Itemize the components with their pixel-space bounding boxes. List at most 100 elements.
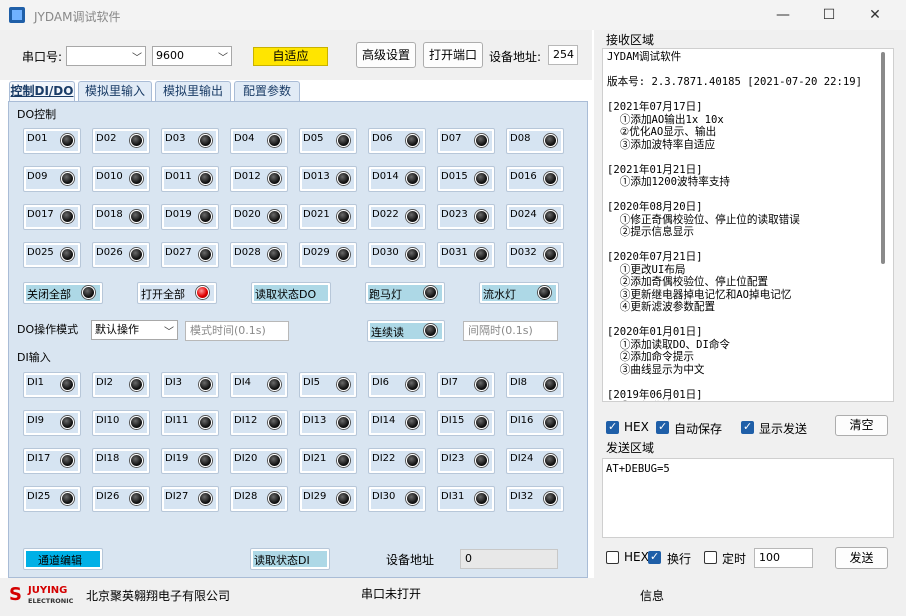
do-output-toggle[interactable]: D032 xyxy=(506,242,564,268)
do-output-toggle[interactable]: D017 xyxy=(23,204,81,230)
maximize-button[interactable]: ☐ xyxy=(806,0,852,30)
di-input-toggle[interactable]: DI19 xyxy=(161,448,219,474)
do-output-toggle[interactable]: D031 xyxy=(437,242,495,268)
clear-button[interactable]: 清空 xyxy=(835,415,888,436)
do-output-toggle[interactable]: D021 xyxy=(299,204,357,230)
send-textarea[interactable]: AT+DEBUG=5 xyxy=(602,458,894,538)
di-input-toggle[interactable]: DI20 xyxy=(230,448,288,474)
do-output-toggle[interactable]: D026 xyxy=(92,242,150,268)
do-output-toggle[interactable]: D08 xyxy=(506,128,564,154)
di-input-toggle[interactable]: DI32 xyxy=(506,486,564,512)
di-input-toggle[interactable]: DI29 xyxy=(299,486,357,512)
do-output-toggle[interactable]: D07 xyxy=(437,128,495,154)
do-output-toggle[interactable]: D01 xyxy=(23,128,81,154)
di-input-toggle[interactable]: DI8 xyxy=(506,372,564,398)
do-output-toggle[interactable]: D02 xyxy=(92,128,150,154)
show-send-checkbox[interactable] xyxy=(741,420,754,434)
di-input-toggle[interactable]: DI16 xyxy=(506,410,564,436)
port-select[interactable]: ﹀ xyxy=(66,46,146,66)
di-input-toggle[interactable]: DI28 xyxy=(230,486,288,512)
auto-baud-button[interactable]: 自适应 xyxy=(253,47,328,66)
send-button[interactable]: 发送 xyxy=(835,547,888,569)
di-input-toggle[interactable]: DI25 xyxy=(23,486,81,512)
channel-edit-button[interactable]: 通道编辑 xyxy=(23,548,103,570)
do-output-toggle[interactable]: D015 xyxy=(437,166,495,192)
do-output-toggle[interactable]: D09 xyxy=(23,166,81,192)
do-output-toggle[interactable]: D029 xyxy=(299,242,357,268)
do-output-toggle[interactable]: D016 xyxy=(506,166,564,192)
do-output-toggle[interactable]: D013 xyxy=(299,166,357,192)
di-input-toggle[interactable]: DI21 xyxy=(299,448,357,474)
do-output-toggle[interactable]: D027 xyxy=(161,242,219,268)
close-button[interactable]: ✕ xyxy=(852,0,898,30)
di-input-toggle[interactable]: DI10 xyxy=(92,410,150,436)
timer-checkbox[interactable] xyxy=(704,551,717,564)
do-output-toggle[interactable]: D06 xyxy=(368,128,426,154)
do-output-toggle[interactable]: D019 xyxy=(161,204,219,230)
do-output-toggle[interactable]: D011 xyxy=(161,166,219,192)
mode-time-input[interactable]: 模式时间(0.1s) xyxy=(185,321,289,341)
tab-control-di-do[interactable]: 控制DI/DO xyxy=(9,81,75,101)
timer-interval-input[interactable]: 100 xyxy=(754,548,813,568)
auto-save-checkbox[interactable] xyxy=(656,420,669,434)
di-input-toggle[interactable]: DI9 xyxy=(23,410,81,436)
address-input[interactable]: 254 xyxy=(548,45,578,65)
di-input-toggle[interactable]: DI23 xyxy=(437,448,495,474)
di-input-toggle[interactable]: DI6 xyxy=(368,372,426,398)
di-input-toggle[interactable]: DI14 xyxy=(368,410,426,436)
do-output-toggle[interactable]: D018 xyxy=(92,204,150,230)
tab-analog-output[interactable]: 模拟里输出 xyxy=(155,81,231,101)
continuous-read-button[interactable]: 连续读 xyxy=(367,320,445,342)
do-output-toggle[interactable]: D028 xyxy=(230,242,288,268)
advanced-settings-button[interactable]: 高级设置 xyxy=(356,42,416,68)
open-port-button[interactable]: 打开端口 xyxy=(423,42,483,68)
do-output-toggle[interactable]: D025 xyxy=(23,242,81,268)
di-input-toggle[interactable]: DI2 xyxy=(92,372,150,398)
do-output-toggle[interactable]: D030 xyxy=(368,242,426,268)
receive-textarea[interactable]: JYDAM调试软件 版本号: 2.3.7871.40185 [2021-07-2… xyxy=(602,48,894,402)
di-input-toggle[interactable]: DI26 xyxy=(92,486,150,512)
di-input-toggle[interactable]: DI3 xyxy=(161,372,219,398)
di-input-toggle[interactable]: DI11 xyxy=(161,410,219,436)
di-input-toggle[interactable]: DI22 xyxy=(368,448,426,474)
hex-display-checkbox[interactable] xyxy=(606,420,619,434)
do-output-toggle[interactable]: D024 xyxy=(506,204,564,230)
baud-select[interactable]: 9600 ﹀ xyxy=(152,46,232,66)
di-input-toggle[interactable]: DI4 xyxy=(230,372,288,398)
minimize-button[interactable]: — xyxy=(760,0,806,30)
tab-analog-input[interactable]: 模拟里输入 xyxy=(78,81,152,101)
di-input-toggle[interactable]: DI27 xyxy=(161,486,219,512)
di-input-toggle[interactable]: DI13 xyxy=(299,410,357,436)
flow-light-button[interactable]: 流水灯 xyxy=(479,282,559,304)
do-output-toggle[interactable]: D05 xyxy=(299,128,357,154)
open-all-button[interactable]: 打开全部 xyxy=(137,282,217,304)
read-di-status-button[interactable]: 读取状态DI xyxy=(250,548,330,570)
receive-scrollbar[interactable] xyxy=(881,52,885,264)
tab-config-params[interactable]: 配置参数 xyxy=(234,81,300,101)
di-input-toggle[interactable]: DI30 xyxy=(368,486,426,512)
do-output-toggle[interactable]: D03 xyxy=(161,128,219,154)
di-input-toggle[interactable]: DI5 xyxy=(299,372,357,398)
di-input-toggle[interactable]: DI7 xyxy=(437,372,495,398)
read-do-status-button[interactable]: 读取状态DO xyxy=(251,282,331,304)
do-output-toggle[interactable]: D020 xyxy=(230,204,288,230)
di-input-toggle[interactable]: DI12 xyxy=(230,410,288,436)
di-input-toggle[interactable]: DI24 xyxy=(506,448,564,474)
do-output-toggle[interactable]: D012 xyxy=(230,166,288,192)
hex-send-checkbox[interactable] xyxy=(606,551,619,564)
marquee-button[interactable]: 跑马灯 xyxy=(365,282,445,304)
close-all-button[interactable]: 关闭全部 xyxy=(23,282,103,304)
interval-input[interactable]: 间隔时(0.1s) xyxy=(463,321,558,341)
do-mode-select[interactable]: 默认操作 ﹀ xyxy=(91,320,178,340)
di-input-toggle[interactable]: DI18 xyxy=(92,448,150,474)
di-input-toggle[interactable]: DI31 xyxy=(437,486,495,512)
do-output-toggle[interactable]: D010 xyxy=(92,166,150,192)
di-input-toggle[interactable]: DI17 xyxy=(23,448,81,474)
do-output-toggle[interactable]: D014 xyxy=(368,166,426,192)
newline-checkbox[interactable] xyxy=(648,550,661,564)
do-output-toggle[interactable]: D04 xyxy=(230,128,288,154)
di-input-toggle[interactable]: DI15 xyxy=(437,410,495,436)
do-output-toggle[interactable]: D022 xyxy=(368,204,426,230)
di-input-toggle[interactable]: DI1 xyxy=(23,372,81,398)
do-output-toggle[interactable]: D023 xyxy=(437,204,495,230)
